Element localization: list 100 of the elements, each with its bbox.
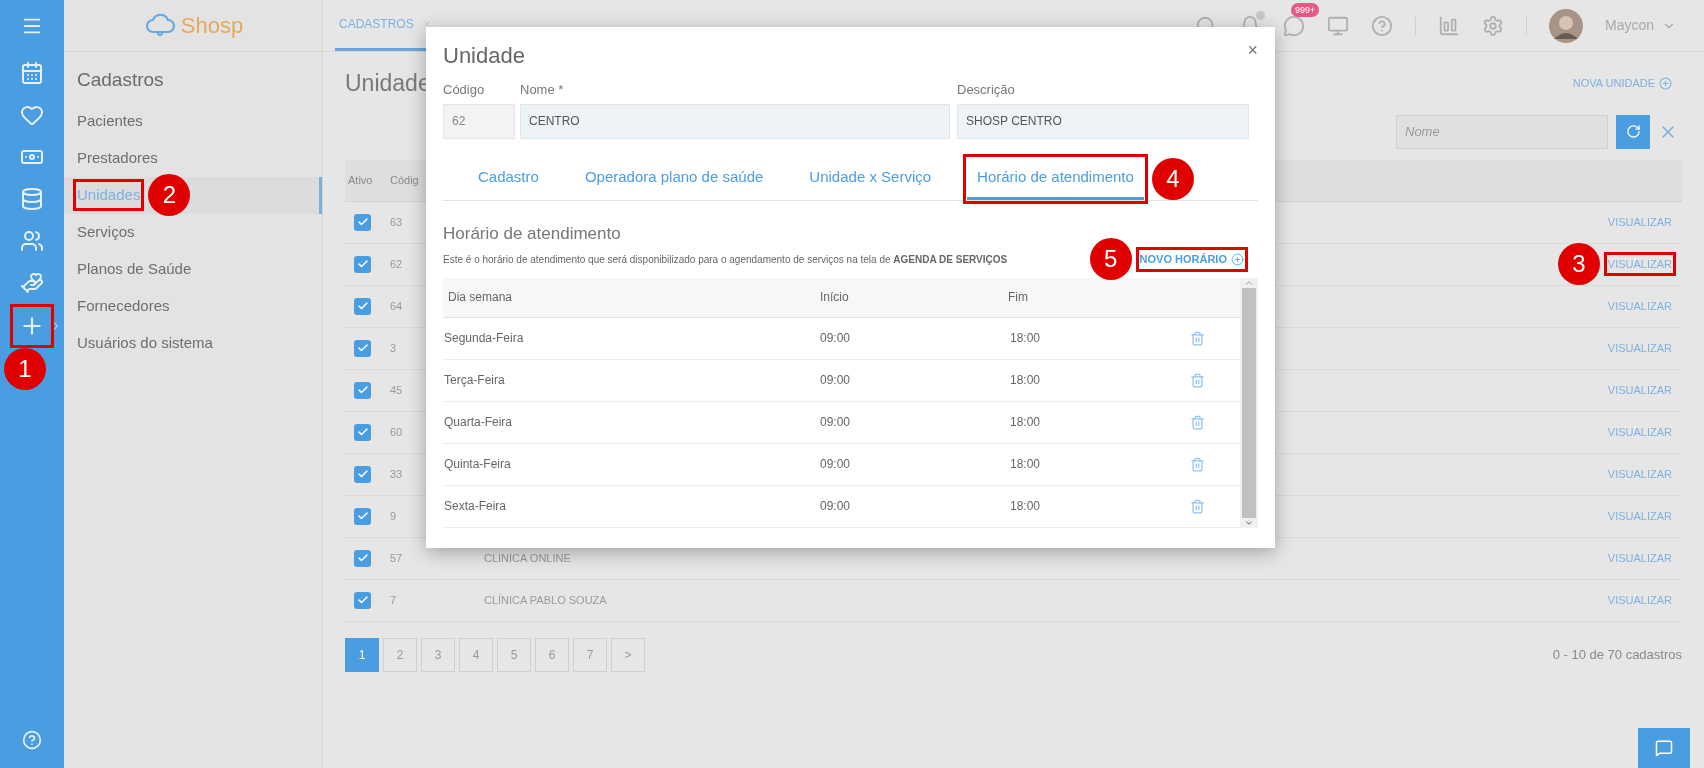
check-icon bbox=[356, 300, 369, 312]
sidebar-item[interactable]: Usuários do sistema bbox=[77, 334, 213, 351]
calendar-icon[interactable] bbox=[20, 61, 44, 85]
page-button[interactable]: 2 bbox=[383, 637, 417, 672]
tab[interactable]: Cadastro bbox=[468, 157, 549, 200]
column-header: Dia semana bbox=[447, 289, 514, 306]
sidebar-item[interactable]: Planos de Saúde bbox=[77, 260, 192, 277]
chat-icon bbox=[1655, 739, 1673, 757]
highlight-frame bbox=[73, 179, 145, 211]
column-header: Início bbox=[820, 289, 850, 306]
settings-icon[interactable] bbox=[1481, 14, 1504, 37]
table-cell-text: 09:00 bbox=[820, 372, 852, 389]
callout-number: 5 bbox=[1089, 238, 1132, 281]
hand-icon[interactable] bbox=[20, 271, 44, 295]
page-button[interactable]: 7 bbox=[573, 637, 607, 672]
callout-number: 1 bbox=[4, 348, 46, 390]
table-cell-text: 9 bbox=[389, 508, 398, 524]
table-cell-text: CLINICA ONLINE bbox=[484, 550, 571, 566]
table-cell-text: CLÍNICA PABLO SOUZA bbox=[484, 592, 607, 608]
view-link[interactable]: VISUALIZAR bbox=[1607, 591, 1672, 609]
chat-button[interactable] bbox=[1638, 728, 1690, 768]
field-label: Descrição bbox=[957, 81, 1016, 99]
view-link[interactable]: VISUALIZAR bbox=[1607, 549, 1672, 567]
text-field[interactable]: CENTRO bbox=[520, 103, 950, 139]
active-checkbox[interactable] bbox=[354, 591, 371, 609]
close-button[interactable]: × bbox=[1247, 41, 1258, 59]
table-cell-text: 09:00 bbox=[820, 456, 852, 473]
scrollbar[interactable] bbox=[1240, 277, 1258, 528]
section-title: Horário de atendimento bbox=[443, 222, 622, 245]
help-icon[interactable] bbox=[1370, 14, 1393, 37]
page-button[interactable]: 1 bbox=[345, 637, 379, 672]
modal-title: Unidade bbox=[443, 42, 525, 70]
tab[interactable]: Operadora plano de saúde bbox=[574, 157, 774, 200]
view-link[interactable]: VISUALIZAR bbox=[1607, 465, 1672, 483]
page-button[interactable]: > bbox=[611, 637, 645, 672]
database-icon[interactable] bbox=[20, 187, 44, 211]
trash-icon[interactable] bbox=[1190, 372, 1205, 388]
trash-icon[interactable] bbox=[1190, 330, 1205, 346]
view-link[interactable]: VISUALIZAR bbox=[1607, 297, 1672, 315]
search-field[interactable]: Nome bbox=[1396, 114, 1608, 149]
user-menu[interactable]: Maycon bbox=[1604, 15, 1676, 36]
table-cell-text: 7 bbox=[389, 592, 398, 608]
view-link[interactable]: VISUALIZAR bbox=[1607, 507, 1672, 525]
view-link[interactable]: VISUALIZAR bbox=[1607, 423, 1672, 441]
view-link[interactable]: VISUALIZAR bbox=[1607, 213, 1672, 231]
tab[interactable]: Unidade x Serviço bbox=[799, 157, 942, 200]
active-checkbox[interactable] bbox=[354, 255, 371, 273]
page-title: Unidade bbox=[345, 69, 431, 98]
sidebar-item[interactable]: Fornecedores bbox=[77, 297, 170, 314]
trash-icon[interactable] bbox=[1190, 414, 1205, 430]
table-cell-text: 18:00 bbox=[1010, 414, 1042, 431]
table-cell-text: Sexta-Feira bbox=[443, 498, 508, 515]
refresh-button[interactable] bbox=[1616, 114, 1650, 149]
page-button[interactable]: 5 bbox=[497, 637, 531, 672]
trash-icon[interactable] bbox=[1190, 498, 1205, 514]
new-unit-button[interactable]: NOVA UNIDADE bbox=[1572, 75, 1672, 92]
active-checkbox[interactable] bbox=[354, 381, 371, 399]
sidebar-item[interactable]: Prestadores bbox=[77, 149, 158, 166]
check-icon bbox=[356, 384, 369, 396]
heart-icon[interactable] bbox=[20, 103, 44, 127]
callout-number: 3 bbox=[1557, 243, 1600, 285]
active-checkbox[interactable] bbox=[354, 507, 371, 525]
view-link[interactable]: VISUALIZAR bbox=[1607, 381, 1672, 399]
active-checkbox[interactable] bbox=[354, 549, 371, 567]
table-cell-text: 18:00 bbox=[1010, 498, 1042, 515]
view-link[interactable]: VISUALIZAR bbox=[1607, 339, 1672, 357]
page-button[interactable]: 3 bbox=[421, 637, 455, 672]
text-field[interactable]: SHOSP CENTRO bbox=[957, 103, 1249, 139]
column-header: Códig bbox=[389, 172, 419, 188]
check-icon bbox=[356, 594, 369, 606]
column-header: Ativo bbox=[347, 172, 374, 188]
table-cell-text: 62 bbox=[389, 256, 404, 272]
people-icon[interactable] bbox=[20, 229, 44, 253]
chart-icon[interactable] bbox=[1437, 14, 1460, 37]
sidebar-item[interactable]: Serviços bbox=[77, 223, 135, 240]
view-link[interactable]: VISUALIZAR bbox=[1607, 255, 1672, 273]
monitor-icon[interactable] bbox=[1326, 14, 1349, 37]
tab[interactable]: Horário de atendimento bbox=[967, 157, 1144, 200]
page-button[interactable]: 4 bbox=[459, 637, 493, 672]
trash-icon[interactable] bbox=[1190, 456, 1205, 472]
new-schedule-button[interactable]: NOVO HORÁRIO bbox=[1139, 251, 1244, 268]
page-button[interactable]: 6 bbox=[535, 637, 569, 672]
sidebar-item[interactable]: Unidades bbox=[77, 186, 141, 203]
check-icon bbox=[356, 216, 369, 228]
table-cell-text: 09:00 bbox=[820, 330, 852, 347]
active-checkbox[interactable] bbox=[354, 297, 371, 315]
close-icon[interactable] bbox=[421, 19, 432, 29]
active-checkbox[interactable] bbox=[354, 339, 371, 357]
sidebar-item[interactable]: Pacientes bbox=[77, 112, 143, 129]
table-cell-text: 57 bbox=[389, 550, 404, 566]
sidebar-title: Cadastros bbox=[76, 68, 165, 92]
active-checkbox[interactable] bbox=[354, 213, 371, 231]
table-cell-text: Terça-Feira bbox=[443, 372, 506, 389]
notification-badge: 999+ bbox=[1290, 2, 1320, 17]
avatar-icon[interactable] bbox=[1548, 8, 1583, 43]
table-cell-text: Segunda-Feira bbox=[443, 330, 525, 347]
table-cell-text: 09:00 bbox=[820, 498, 852, 515]
chat-icon[interactable] bbox=[1282, 14, 1305, 37]
active-checkbox[interactable] bbox=[354, 423, 371, 441]
active-checkbox[interactable] bbox=[354, 465, 371, 483]
